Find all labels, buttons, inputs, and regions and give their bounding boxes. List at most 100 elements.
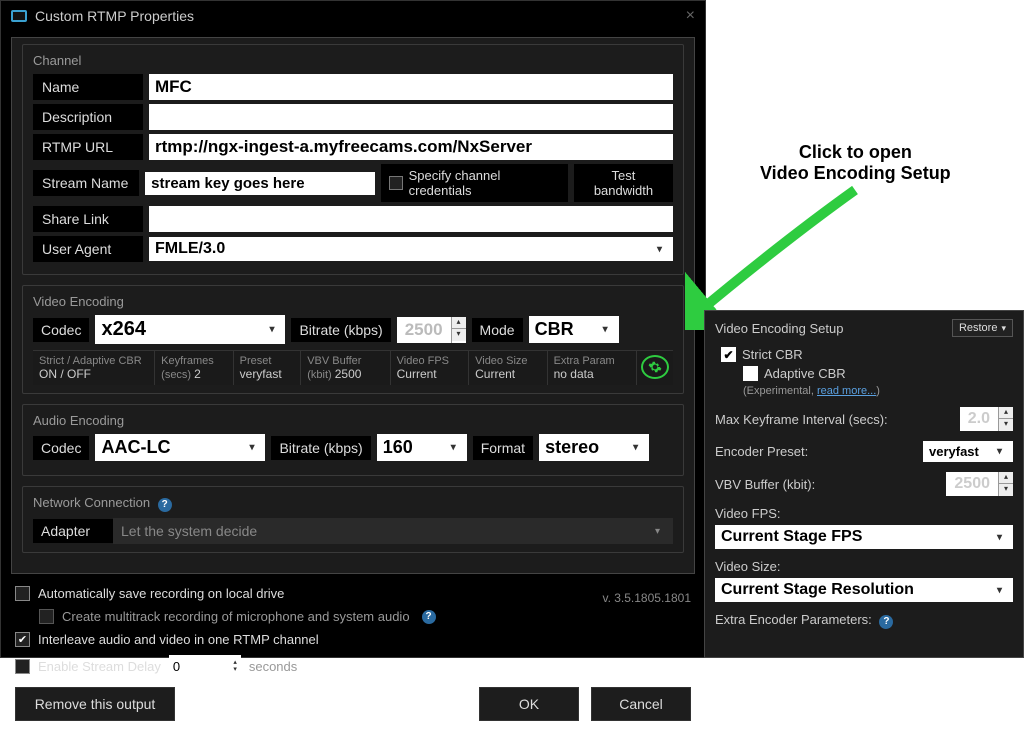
size-cell: Video Size Current xyxy=(469,351,547,385)
interleave-checkbox[interactable] xyxy=(15,632,30,647)
channel-title: Channel xyxy=(33,53,673,68)
title-bar: Custom RTMP Properties × xyxy=(1,1,705,31)
audio-codec-label: Codec xyxy=(33,436,89,460)
rtmp-url-input[interactable] xyxy=(149,134,673,160)
specify-credentials-label: Specify channel credentials xyxy=(409,168,560,198)
network-title: Network Connection ? xyxy=(33,495,673,512)
keyframe-spinner[interactable]: 2.0 ▴▾ xyxy=(960,407,1013,431)
spinner-up-icon[interactable]: ▴ xyxy=(452,317,466,329)
test-bandwidth-button[interactable]: Test bandwidth xyxy=(574,164,673,202)
extra-param-cell: Extra Param no data xyxy=(548,351,637,385)
audio-format-value: stereo xyxy=(545,437,599,458)
network-section: Network Connection ? Adapter Let the sys… xyxy=(22,486,684,553)
help-icon[interactable]: ? xyxy=(879,615,893,629)
video-mode-label: Mode xyxy=(472,318,523,342)
audio-format-select[interactable]: stereo ▾ xyxy=(539,434,649,461)
user-agent-value: FMLE/3.0 xyxy=(155,240,225,258)
chevron-down-icon: ▾ xyxy=(997,446,1007,457)
enable-delay-checkbox[interactable] xyxy=(15,659,30,674)
spinner-down-icon[interactable]: ▾ xyxy=(452,329,466,341)
spinner-down-icon[interactable]: ▾ xyxy=(233,666,237,673)
adaptive-note: (Experimental, read more...) xyxy=(743,385,1013,397)
extra-params-label: Extra Encoder Parameters: ? xyxy=(715,612,1013,629)
adapter-label: Adapter xyxy=(33,519,113,543)
preset-value: veryfast xyxy=(929,444,979,459)
user-agent-select[interactable]: FMLE/3.0 ▾ xyxy=(149,237,673,261)
close-icon[interactable]: × xyxy=(686,7,695,25)
rtmp-url-label: RTMP URL xyxy=(33,134,143,160)
video-encoding-setup-panel: Video Encoding Setup Restore ▾ Strict CB… xyxy=(704,310,1024,658)
strict-cbr-label: Strict CBR xyxy=(742,347,803,362)
chevron-down-icon: ▾ xyxy=(657,244,667,255)
multitrack-checkbox[interactable] xyxy=(39,609,54,624)
spinner-up-icon[interactable]: ▴ xyxy=(999,407,1013,419)
ok-button[interactable]: OK xyxy=(479,687,579,721)
chevron-down-icon: ▾ xyxy=(269,324,279,335)
vbv-spinner[interactable]: 2500 ▴▾ xyxy=(946,472,1013,496)
video-encoding-setup-button[interactable] xyxy=(641,355,669,379)
app-icon xyxy=(11,10,27,22)
chevron-down-icon: ▾ xyxy=(997,585,1007,596)
cancel-button[interactable]: Cancel xyxy=(591,687,691,721)
fps-select[interactable]: Current Stage FPS ▾ xyxy=(715,525,1013,549)
video-codec-select[interactable]: x264 ▾ xyxy=(95,315,285,344)
specify-credentials-checkbox[interactable]: Specify channel credentials xyxy=(381,164,568,202)
video-info-strip: Strict / Adaptive CBR ON / OFF Keyframes… xyxy=(33,350,673,385)
keyframes-cell: Keyframes (secs) 2 xyxy=(155,351,233,385)
preset-select[interactable]: veryfast ▾ xyxy=(923,441,1013,462)
delay-value: 0 xyxy=(173,659,180,674)
chevron-down-icon: ▾ xyxy=(603,324,613,335)
share-link-label: Share Link xyxy=(33,206,143,232)
audio-bitrate-select[interactable]: 160 ▾ xyxy=(377,434,467,461)
delay-unit-label: seconds xyxy=(249,659,297,674)
delay-spinner[interactable]: 0 ▴▾ xyxy=(169,655,241,677)
adapter-select[interactable]: Let the system decide ▾ xyxy=(113,518,673,544)
spinner-up-icon[interactable]: ▴ xyxy=(233,659,237,666)
strict-cbr-checkbox[interactable] xyxy=(721,347,736,362)
video-codec-value: x264 xyxy=(101,318,146,341)
help-icon[interactable]: ? xyxy=(158,498,172,512)
chevron-down-icon: ▾ xyxy=(655,526,665,537)
read-more-link[interactable]: read more... xyxy=(817,385,876,397)
multitrack-label: Create multitrack recording of microphon… xyxy=(62,609,410,624)
chevron-down-icon: ▾ xyxy=(451,442,461,453)
main-panel: Channel Name Description RTMP URL Stream… xyxy=(11,37,695,574)
audio-codec-select[interactable]: AAC-LC ▾ xyxy=(95,434,265,461)
share-link-input[interactable] xyxy=(149,206,673,232)
spinner-down-icon[interactable]: ▾ xyxy=(999,484,1013,496)
video-codec-label: Codec xyxy=(33,318,89,342)
user-agent-label: User Agent xyxy=(33,236,143,262)
adaptive-cbr-checkbox[interactable] xyxy=(743,366,758,381)
remove-output-button[interactable]: Remove this output xyxy=(15,687,175,721)
restore-button[interactable]: Restore ▾ xyxy=(952,319,1013,337)
stream-name-input[interactable] xyxy=(145,172,375,195)
size-value: Current Stage Resolution xyxy=(721,581,914,599)
video-bitrate-value: 2500 xyxy=(397,317,451,343)
spinner-up-icon[interactable]: ▴ xyxy=(999,472,1013,484)
video-encoding-title: Video Encoding xyxy=(33,294,673,309)
checkbox-icon xyxy=(389,176,402,190)
description-input[interactable] xyxy=(149,104,673,130)
stream-name-label: Stream Name xyxy=(33,170,139,196)
name-input[interactable] xyxy=(149,74,673,100)
size-select[interactable]: Current Stage Resolution ▾ xyxy=(715,578,1013,602)
channel-section: Channel Name Description RTMP URL Stream… xyxy=(22,44,684,275)
preset-cell: Preset veryfast xyxy=(234,351,302,385)
video-encoding-section: Video Encoding Codec x264 ▾ Bitrate (kbp… xyxy=(22,285,684,394)
adapter-value: Let the system decide xyxy=(121,523,257,539)
vbv-cell: VBV Buffer (kbit) 2500 xyxy=(301,351,390,385)
keyframe-value: 2.0 xyxy=(960,407,998,431)
auto-save-checkbox[interactable] xyxy=(15,586,30,601)
fps-value: Current Stage FPS xyxy=(721,528,862,546)
video-bitrate-spinner[interactable]: 2500 ▴ ▾ xyxy=(397,317,466,343)
spinner-down-icon[interactable]: ▾ xyxy=(999,419,1013,431)
fps-label: Video FPS: xyxy=(715,506,1013,521)
video-mode-value: CBR xyxy=(535,319,574,340)
vbv-value: 2500 xyxy=(946,472,998,496)
enable-delay-label: Enable Stream Delay xyxy=(38,659,161,674)
video-mode-select[interactable]: CBR ▾ xyxy=(529,316,619,343)
vbv-label: VBV Buffer (kbit): xyxy=(715,477,815,492)
preset-label: Encoder Preset: xyxy=(715,444,808,459)
window-title: Custom RTMP Properties xyxy=(35,8,194,24)
help-icon[interactable]: ? xyxy=(422,610,436,624)
